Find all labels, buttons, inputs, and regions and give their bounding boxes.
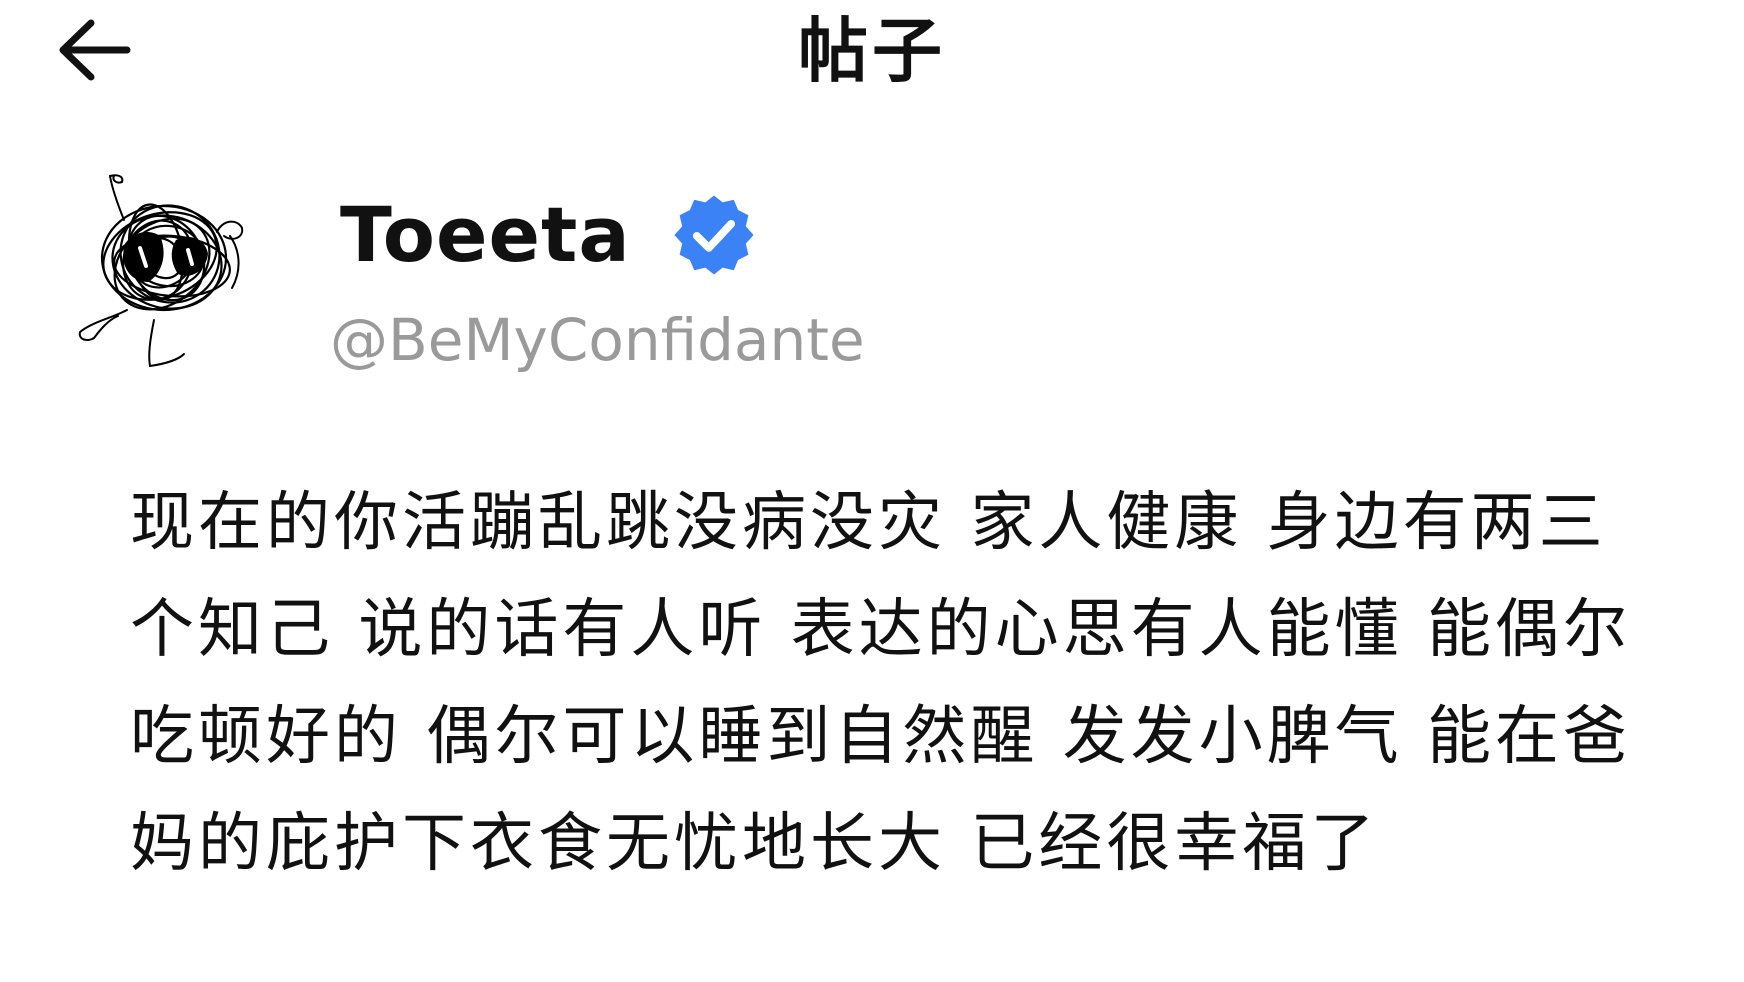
post-text-line: 现在的你活蹦乱跳没病没灾 家人健康 身边有两三 — [130, 486, 1607, 560]
page-title: 帖子 — [798, 10, 946, 92]
post-text-line: 妈的庇护下衣食无忧地长大 已经很幸福了 — [130, 807, 1379, 881]
author-display-name[interactable]: Toeeta — [340, 185, 631, 285]
post-text-line: 吃顿好的 偶尔可以睡到自然醒 发发小脾气 能在爸 — [130, 700, 1632, 774]
top-bar: 帖子 — [0, 0, 1744, 110]
post-body: 现在的你活蹦乱跳没病没灾 家人健康 身边有两三 个知己 说的话有人听 表达的心思… — [130, 470, 1650, 898]
author-name-row: Toeeta — [340, 185, 757, 285]
verified-badge-icon — [674, 195, 754, 275]
post-text-line: 个知己 说的话有人听 表达的心思有人能懂 能偶尔 — [130, 593, 1632, 667]
scribble-doodle-avatar — [78, 174, 244, 368]
avatar[interactable] — [72, 170, 272, 370]
author-handle[interactable]: @BeMyConfidante — [330, 300, 865, 380]
